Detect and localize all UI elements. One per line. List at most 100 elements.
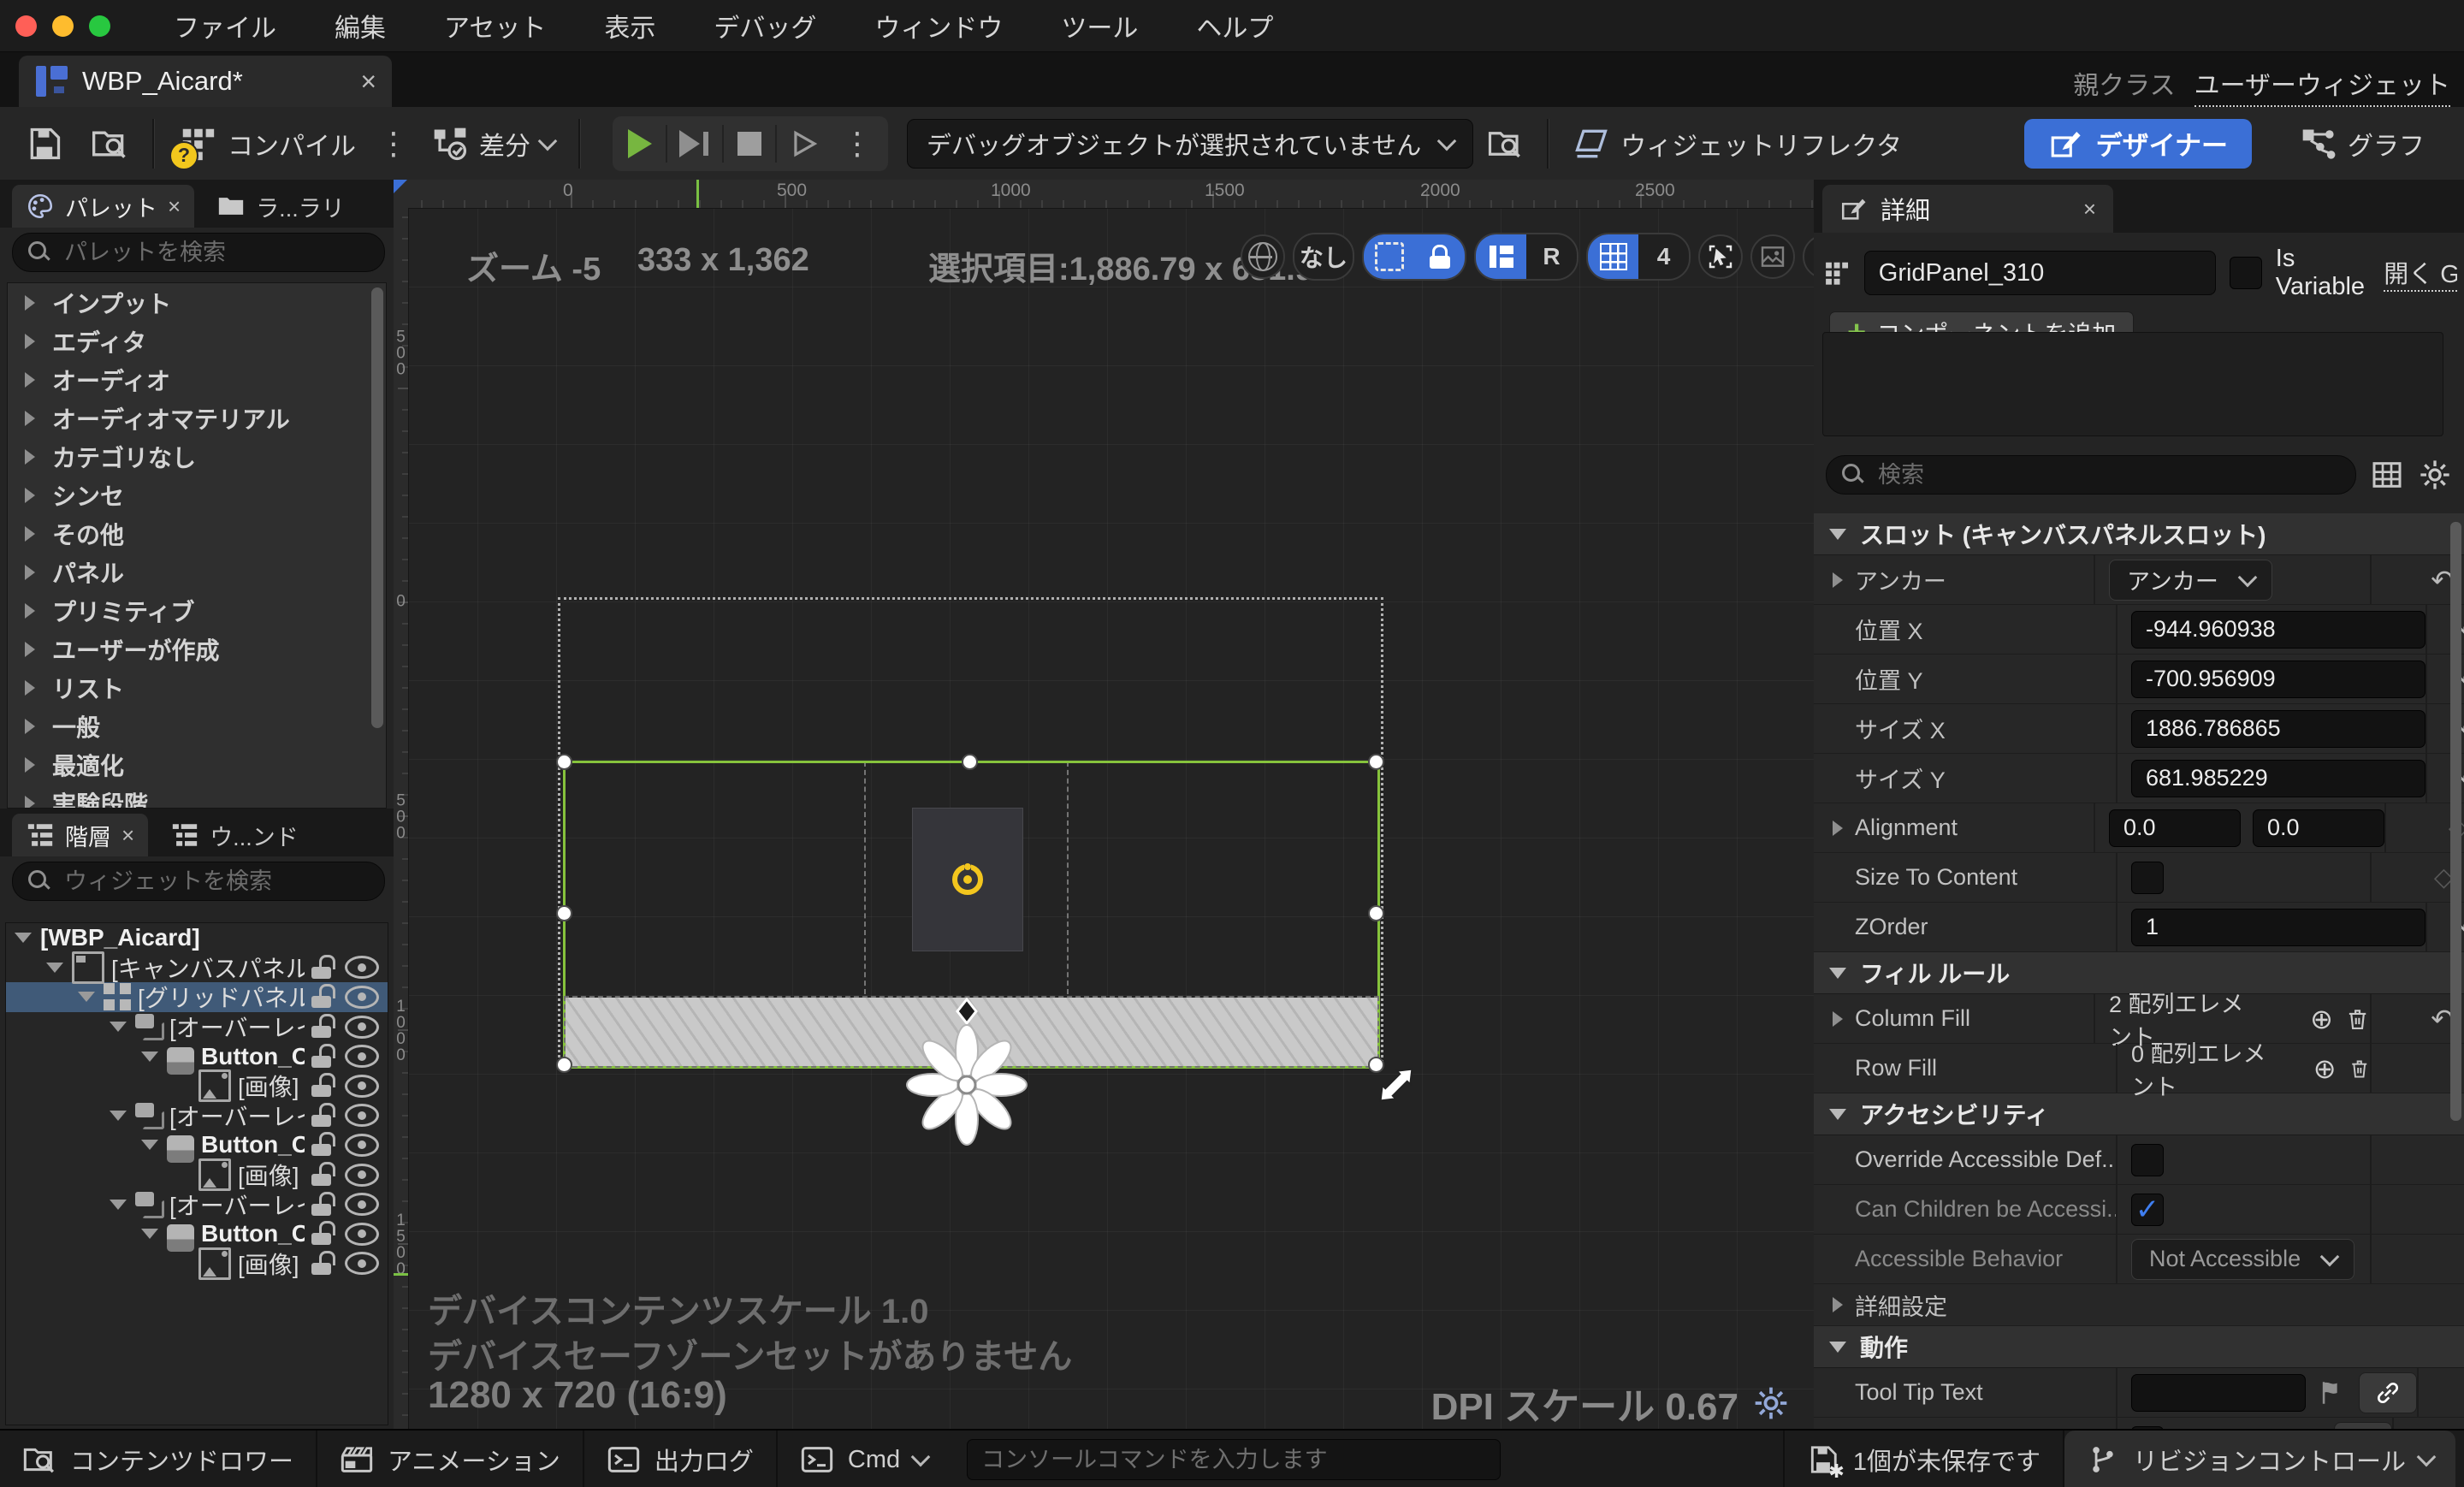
- stop-button[interactable]: [737, 132, 761, 156]
- expand-arrow-icon[interactable]: [110, 1022, 127, 1032]
- visibility-eye-icon[interactable]: [345, 1016, 379, 1039]
- revision-control-button[interactable]: リビジョンコントロール: [2064, 1431, 2455, 1487]
- details-scrollbar[interactable]: [2450, 522, 2461, 1121]
- select-mode-button[interactable]: [1698, 234, 1743, 279]
- frame-skip-button[interactable]: [679, 129, 710, 158]
- graph-mode-button[interactable]: グラフ: [2286, 125, 2438, 163]
- tree-row-overlay-1[interactable]: [オーバーレイ]: [6, 1012, 388, 1042]
- trash-icon[interactable]: [2348, 1054, 2371, 1083]
- palette-category[interactable]: 一般: [8, 707, 386, 745]
- ruler-toggle[interactable]: R: [1474, 233, 1578, 281]
- visibility-eye-icon[interactable]: [345, 1134, 379, 1157]
- palette-category[interactable]: オーディオ: [8, 360, 386, 399]
- tab-window[interactable]: ウ...ンド: [157, 814, 312, 856]
- expand-arrow-icon[interactable]: [46, 963, 63, 973]
- expand-arrow-icon[interactable]: [110, 1200, 127, 1210]
- selection-handle[interactable]: [1368, 754, 1384, 770]
- dpi-scale-control[interactable]: DPI スケール 0.67: [1431, 1376, 1790, 1429]
- expand-arrow-icon[interactable]: [141, 1140, 158, 1150]
- palette-tab-close-icon[interactable]: ×: [168, 193, 181, 220]
- tab-details[interactable]: 詳細 ×: [1822, 185, 2113, 233]
- accessible-behavior-dropdown[interactable]: Not Accessible: [2131, 1239, 2354, 1280]
- play-button[interactable]: [628, 129, 652, 158]
- selection-handle[interactable]: [1368, 905, 1384, 921]
- palette-category[interactable]: その他: [8, 514, 386, 553]
- bind-link-button[interactable]: [2359, 1372, 2417, 1413]
- flag-icon[interactable]: [2318, 1378, 2347, 1407]
- launch-button[interactable]: [789, 127, 821, 160]
- palette-search-input[interactable]: [62, 239, 369, 267]
- open-grid-link[interactable]: 開く Gri: [2384, 254, 2457, 292]
- pivot-flower-widget[interactable]: [897, 984, 1037, 1155]
- parent-class-link[interactable]: ユーザーウィジェット: [2194, 64, 2450, 107]
- card-widget-preview[interactable]: [912, 808, 1023, 951]
- lock-icon[interactable]: [311, 1221, 333, 1247]
- tab-close-icon[interactable]: ×: [360, 66, 376, 98]
- add-element-icon[interactable]: ⊕: [2313, 1055, 2337, 1082]
- window-minimize-button[interactable]: [52, 15, 74, 37]
- compile-options-kebab-icon[interactable]: ⋮: [370, 126, 418, 162]
- menu-edit[interactable]: 編集: [305, 7, 415, 44]
- visibility-eye-icon[interactable]: [345, 1193, 379, 1216]
- flip-preview-button[interactable]: [1803, 234, 1814, 279]
- tree-row-grid-panel[interactable]: [グリッドパネル]: [6, 982, 388, 1012]
- menu-file[interactable]: ファイル: [145, 7, 305, 44]
- palette-category[interactable]: ユーザーが作成: [8, 630, 386, 668]
- animation-button[interactable]: アニメーション: [317, 1431, 584, 1487]
- widget-reflector-button[interactable]: ウィジェットリフレクタ: [1559, 125, 1916, 163]
- unsaved-status[interactable]: 1個が未保存です: [1783, 1431, 2064, 1487]
- hierarchy-search-input[interactable]: [62, 868, 369, 896]
- lock-icon[interactable]: [311, 1044, 333, 1069]
- tree-row-image-1[interactable]: [画像]: [6, 1071, 388, 1101]
- flag-preview-button[interactable]: なし: [1293, 233, 1354, 281]
- anchor-dropdown[interactable]: アンカー: [2109, 560, 2272, 601]
- visibility-eye-icon[interactable]: [345, 986, 379, 1009]
- menu-tools[interactable]: ツール: [1032, 7, 1167, 44]
- size-y-input[interactable]: 681.985229: [2131, 760, 2426, 797]
- visibility-eye-icon[interactable]: [345, 1252, 379, 1275]
- alignment-x-input[interactable]: 0.0: [2109, 809, 2241, 847]
- settings-gear-icon[interactable]: [2418, 458, 2452, 492]
- menu-asset[interactable]: アセット: [415, 7, 575, 44]
- localization-preview-button[interactable]: [1241, 234, 1285, 279]
- add-element-icon[interactable]: ⊕: [2310, 1005, 2333, 1033]
- output-log-button[interactable]: 出力ログ: [584, 1431, 778, 1487]
- palette-category[interactable]: パネル: [8, 553, 386, 591]
- selection-handle[interactable]: [556, 1057, 572, 1073]
- menu-help[interactable]: ヘルプ: [1167, 7, 1302, 44]
- lock-icon[interactable]: [311, 1251, 333, 1277]
- expand-arrow-icon[interactable]: [110, 1111, 127, 1121]
- tree-row-button-card-set[interactable]: Button_Card_Set: [6, 1219, 388, 1249]
- palette-category[interactable]: カテゴリなし: [8, 437, 386, 476]
- lock-icon[interactable]: [311, 955, 333, 980]
- tab-library[interactable]: ラ...ラリ: [203, 185, 358, 228]
- expand-arrow-icon[interactable]: [141, 1229, 158, 1239]
- palette-category[interactable]: リスト: [8, 668, 386, 707]
- content-drawer-button[interactable]: コンテンツドロワー: [0, 1431, 317, 1487]
- gear-icon[interactable]: [1752, 1384, 1790, 1422]
- lock-icon[interactable]: [311, 1192, 333, 1217]
- save-button[interactable]: [12, 125, 77, 163]
- visibility-eye-icon[interactable]: [345, 1045, 379, 1068]
- tab-hierarchy[interactable]: 階層 ×: [12, 814, 148, 856]
- design-canvas[interactable]: 05001000150020002500 500050010001500 ズーム…: [394, 180, 1814, 1429]
- tree-row-image-3[interactable]: [画像]: [6, 1249, 388, 1279]
- can-children-checkbox[interactable]: [2131, 1194, 2164, 1226]
- palette-category[interactable]: プリミティブ: [8, 591, 386, 630]
- visibility-eye-icon[interactable]: [345, 1075, 379, 1098]
- expand-arrow-icon[interactable]: [15, 933, 32, 943]
- window-zoom-button[interactable]: [89, 15, 110, 37]
- browse-asset-button[interactable]: [77, 125, 142, 163]
- window-close-button[interactable]: [15, 15, 37, 37]
- lock-icon[interactable]: [311, 1103, 333, 1129]
- play-options-kebab-icon[interactable]: ⋮: [833, 126, 881, 162]
- expand-arrow-icon[interactable]: [141, 1052, 158, 1062]
- debug-browse-button[interactable]: [1473, 126, 1537, 162]
- grid-snap-toggle[interactable]: 4: [1586, 233, 1691, 281]
- asset-tab-wbp-aicard[interactable]: WBP_Aicard* ×: [19, 56, 392, 107]
- expand-icon[interactable]: [1833, 1011, 1843, 1027]
- palette-category[interactable]: シンセ: [8, 476, 386, 514]
- diff-button[interactable]: 差分: [418, 125, 568, 163]
- trash-icon[interactable]: [2345, 1004, 2370, 1034]
- safe-zone-lock-toggle[interactable]: [1362, 233, 1466, 281]
